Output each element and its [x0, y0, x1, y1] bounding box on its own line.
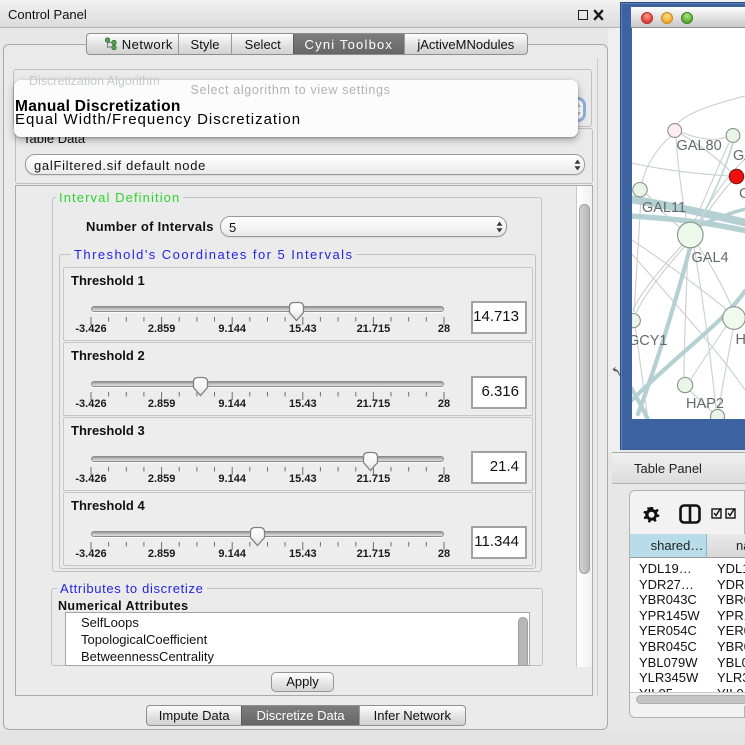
svg-text:G: G: [739, 186, 745, 202]
svg-text:GCY1: GCY1: [632, 333, 668, 349]
svg-text:HAP2: HAP2: [686, 396, 724, 412]
svg-text:GA: GA: [733, 148, 745, 164]
svg-text:GAL80: GAL80: [677, 138, 722, 154]
svg-text:GAL4: GAL4: [692, 250, 729, 266]
svg-text:GAL11: GAL11: [642, 200, 686, 216]
svg-text:H: H: [736, 332, 745, 348]
